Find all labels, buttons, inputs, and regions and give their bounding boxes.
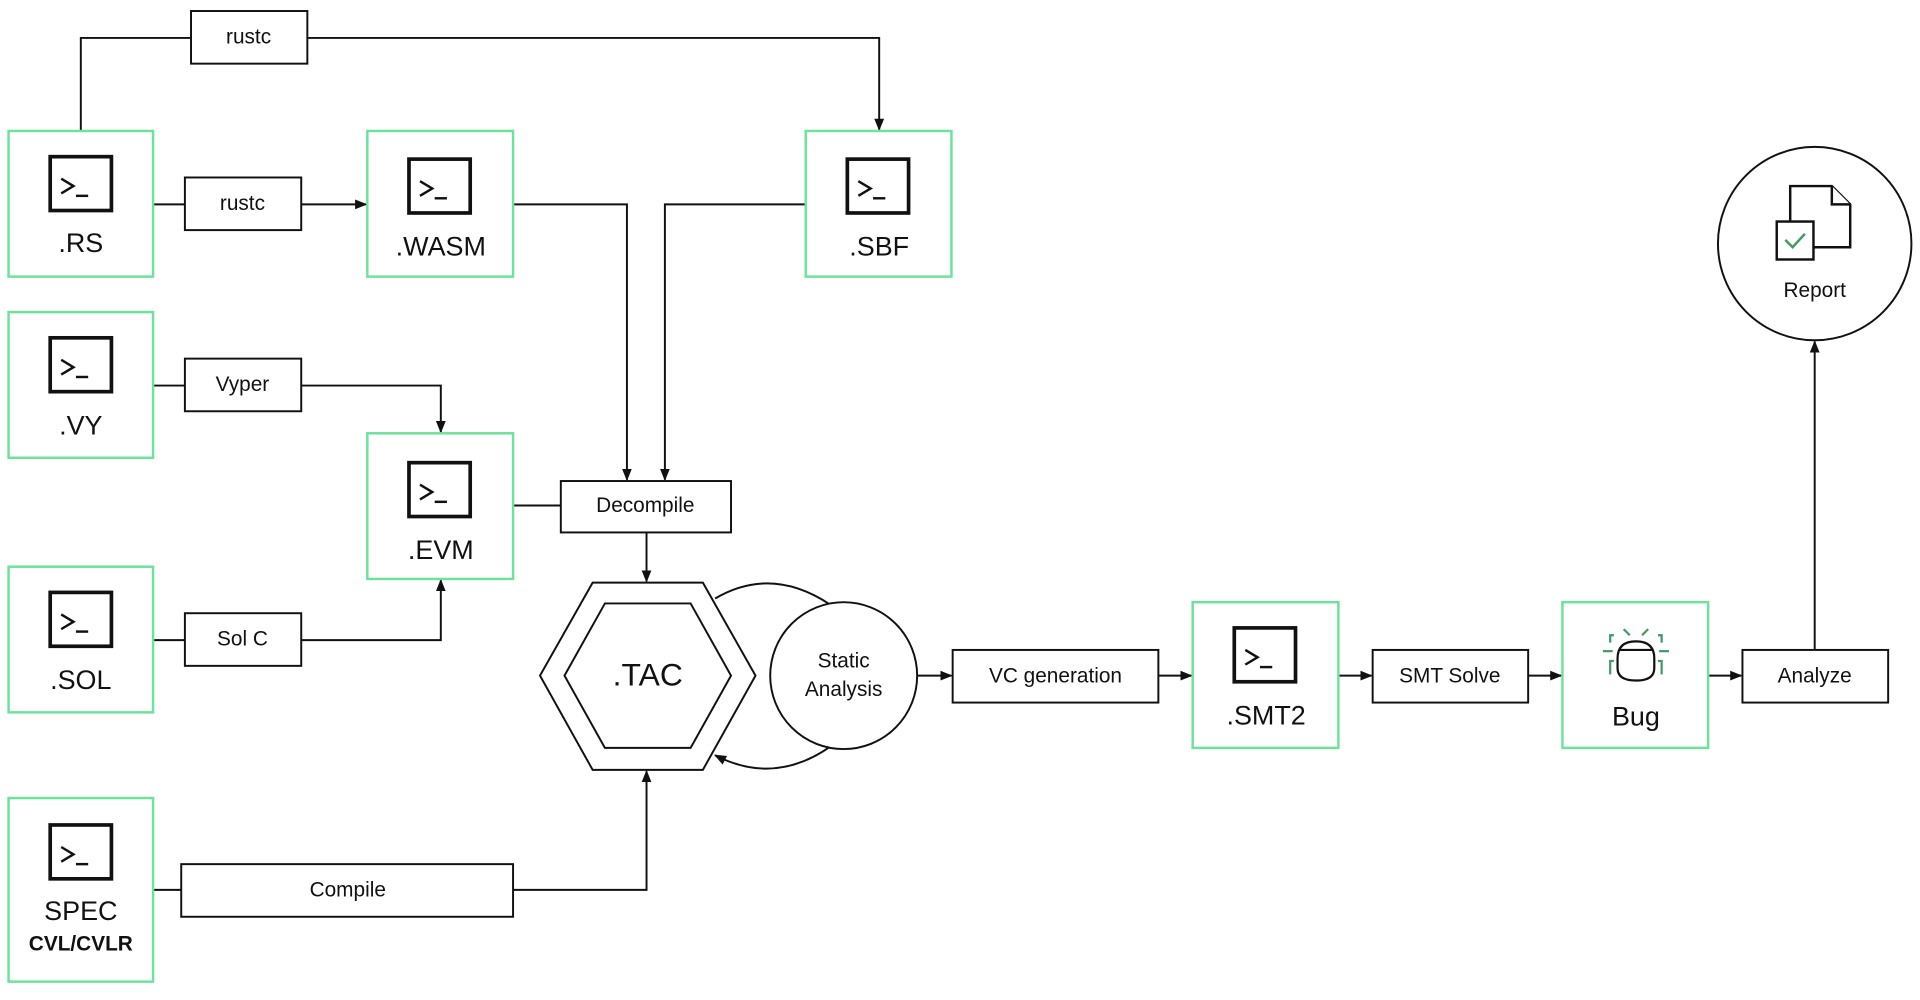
step-vyper[interactable]: Vyper — [183, 357, 303, 413]
node-label: .SBF — [849, 232, 909, 262]
step-label: Sol C — [217, 628, 268, 651]
node-report[interactable]: Report — [1716, 145, 1913, 342]
node-label: .SOL — [50, 665, 111, 695]
terminal-icon — [48, 823, 114, 881]
step-vc-generation[interactable]: VC generation — [951, 648, 1160, 704]
edge-static-tac — [714, 745, 831, 770]
step-label: Compile — [310, 879, 386, 902]
edge-rustc-top-sbf — [307, 36, 885, 131]
step-label: SMT Solve — [1399, 664, 1500, 687]
terminal-icon — [407, 460, 473, 519]
step-rustc-top[interactable]: rustc — [190, 10, 309, 65]
step-solc[interactable]: Sol C — [183, 612, 303, 667]
step-label: rustc — [220, 192, 265, 215]
pipeline-diagram: .RS .WASM .SBF .VY .EVM .SOL SPEC CVL/CV… — [7, 10, 1913, 983]
step-decompile[interactable]: Decompile — [559, 480, 732, 534]
step-label: VC generation — [989, 664, 1122, 687]
edge-wasm-decompile — [513, 203, 632, 482]
terminal-icon — [845, 157, 911, 215]
node-rs[interactable]: .RS — [7, 129, 155, 278]
node-label: .EVM — [408, 535, 474, 565]
node-static-analysis[interactable]: Static Analysis — [769, 601, 919, 751]
node-label: .TAC — [613, 656, 683, 692]
edge-rs-rustc-top — [79, 36, 192, 131]
node-sublabel: CVL/CVLR — [29, 932, 133, 955]
terminal-icon — [407, 157, 473, 215]
edge-solc-evm — [301, 578, 446, 642]
node-label: SPEC — [44, 896, 117, 926]
step-smt-solve[interactable]: SMT Solve — [1371, 648, 1530, 704]
step-label: Analyze — [1778, 664, 1852, 687]
edge-tac-static — [714, 582, 831, 606]
edge-compile-tac — [513, 769, 652, 891]
node-label: .WASM — [396, 232, 486, 262]
terminal-icon — [1232, 626, 1298, 684]
node-vy[interactable]: .VY — [7, 310, 155, 459]
node-spec[interactable]: SPEC CVL/CVLR — [7, 796, 155, 983]
edge-sbf-decompile — [660, 203, 806, 482]
terminal-icon — [48, 335, 114, 394]
step-label: Vyper — [216, 373, 270, 396]
step-rustc-mid[interactable]: rustc — [183, 176, 303, 232]
node-label: .RS — [58, 228, 103, 258]
node-label: Static — [818, 650, 870, 673]
node-label: Bug — [1612, 702, 1660, 732]
node-smt2[interactable]: .SMT2 — [1191, 600, 1340, 750]
node-wasm[interactable]: .WASM — [366, 129, 515, 278]
terminal-icon — [48, 590, 114, 649]
step-label: Decompile — [596, 494, 694, 517]
node-label: .SMT2 — [1226, 700, 1305, 730]
node-label: .VY — [59, 410, 102, 440]
step-compile[interactable]: Compile — [180, 863, 515, 918]
node-sbf[interactable]: .SBF — [804, 129, 953, 278]
node-tac[interactable]: .TAC — [538, 581, 757, 771]
node-bug[interactable]: Bug — [1561, 600, 1710, 750]
node-label: Report — [1783, 279, 1846, 302]
step-label: rustc — [226, 25, 271, 48]
node-label: Analysis — [805, 678, 882, 701]
node-evm[interactable]: .EVM — [366, 432, 515, 581]
edge-vyper-evm — [301, 384, 446, 434]
node-sol[interactable]: .SOL — [7, 565, 155, 714]
step-analyze[interactable]: Analyze — [1741, 648, 1890, 704]
terminal-icon — [48, 154, 114, 213]
